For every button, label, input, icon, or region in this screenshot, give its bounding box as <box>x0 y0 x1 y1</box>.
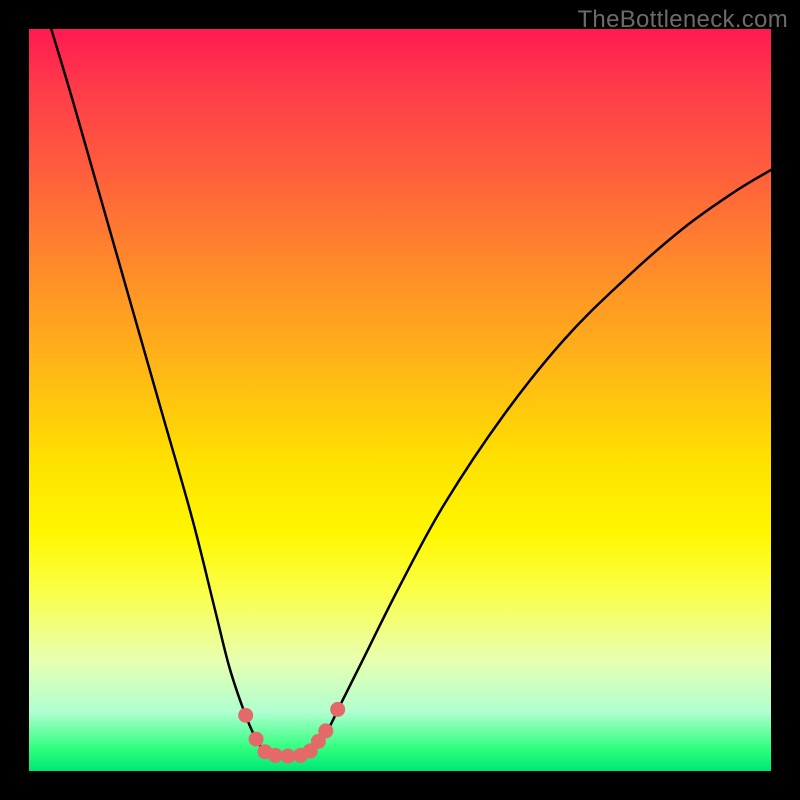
data-point <box>318 723 333 738</box>
data-point <box>249 732 264 747</box>
data-point <box>238 708 253 723</box>
watermark-text: TheBottleneck.com <box>577 6 788 34</box>
dots-layer <box>29 29 771 771</box>
data-point <box>330 702 345 717</box>
data-points-group <box>238 702 345 764</box>
